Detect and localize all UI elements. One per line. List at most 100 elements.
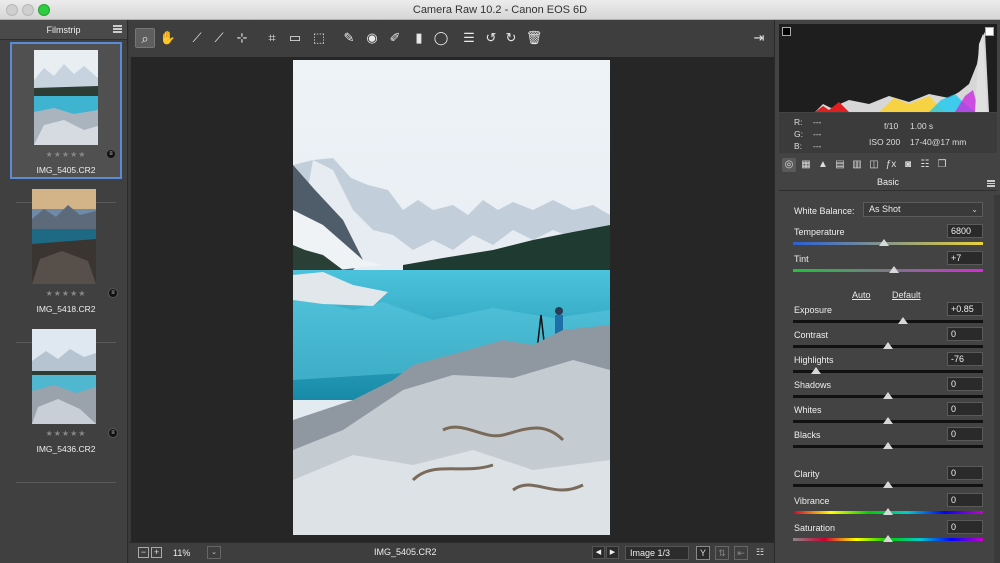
- hand-tool-icon[interactable]: ✋: [158, 28, 178, 48]
- saturation-label: Saturation: [794, 523, 836, 533]
- tab-basic-icon[interactable]: ◎: [782, 158, 796, 172]
- rating-stars[interactable]: ★★★★★: [12, 150, 120, 159]
- zoom-dropdown-chevron-icon[interactable]: ⌄: [207, 546, 221, 559]
- highlights-slider-thumb[interactable]: [810, 367, 821, 374]
- whites-slider-thumb[interactable]: [883, 417, 893, 424]
- graduated-filter-icon[interactable]: ▮: [409, 28, 429, 48]
- preferences-icon[interactable]: ☰: [459, 28, 479, 48]
- rating-stars[interactable]: ★★★★★: [10, 289, 122, 298]
- contrast-value-field[interactable]: 0: [947, 327, 983, 341]
- swap-settings-icon[interactable]: ⇅: [715, 546, 729, 560]
- whites-value-field[interactable]: 0: [947, 402, 983, 416]
- info-readout: R: --- G: --- B: --- f/10 1.00 s ISO 200…: [779, 113, 997, 153]
- edited-badge-icon: ≡: [106, 149, 116, 159]
- panel-tabs: ◎ ▦ ▲ ▤ ▥ ◫ ƒx ◙ ☷ ❐: [779, 156, 997, 174]
- shadows-slider-thumb[interactable]: [883, 392, 893, 399]
- crop-tool-icon[interactable]: ⌗: [262, 28, 282, 48]
- auto-button[interactable]: Auto: [852, 290, 871, 300]
- clarity-value-field[interactable]: 0: [947, 466, 983, 480]
- saturation-value-field[interactable]: 0: [947, 520, 983, 534]
- edited-badge-icon: ≡: [108, 288, 118, 298]
- temperature-label: Temperature: [794, 227, 845, 237]
- thumbnail-lake-snow: [34, 50, 98, 145]
- default-button[interactable]: Default: [892, 290, 921, 300]
- vibrance-slider-thumb[interactable]: [883, 508, 893, 515]
- zoom-tool-icon[interactable]: ⌕: [135, 28, 155, 48]
- panel-scrollbar[interactable]: [994, 195, 1000, 563]
- settings-toggle-icon[interactable]: ☷: [753, 546, 767, 560]
- contrast-slider-thumb[interactable]: [883, 342, 893, 349]
- tab-split-toning-icon[interactable]: ▥: [850, 158, 864, 172]
- thumbnail-filename: IMG_5405.CR2: [36, 165, 96, 175]
- filmstrip-item[interactable]: ★★★★★ ≡ IMG_5418.CR2: [10, 183, 122, 320]
- shadows-value-field[interactable]: 0: [947, 377, 983, 391]
- vibrance-value-field[interactable]: 0: [947, 493, 983, 507]
- filmstrip-menu-icon[interactable]: [113, 25, 122, 33]
- red-eye-tool-icon[interactable]: ◉: [362, 28, 382, 48]
- readout-r-label: R:: [794, 117, 803, 127]
- rating-stars[interactable]: ★★★★★: [10, 429, 122, 438]
- zoom-out-button[interactable]: −: [138, 547, 149, 558]
- transform-tool-icon[interactable]: ⬚: [309, 28, 329, 48]
- highlights-slider-track[interactable]: [793, 370, 983, 373]
- tab-presets-icon[interactable]: ☷: [918, 158, 932, 172]
- straighten-tool-icon[interactable]: ▭: [285, 28, 305, 48]
- tab-effects-icon[interactable]: ƒx: [884, 158, 898, 172]
- exposure-slider-track[interactable]: [793, 320, 983, 323]
- main-photo-preview[interactable]: [293, 60, 610, 535]
- previous-image-button[interactable]: ◀: [592, 546, 605, 559]
- thumbnail-filename: IMG_5418.CR2: [36, 304, 96, 314]
- minimize-window-button[interactable]: [22, 4, 34, 16]
- shadow-clipping-icon[interactable]: [782, 27, 791, 36]
- blacks-value-field[interactable]: 0: [947, 427, 983, 441]
- filmstrip-item[interactable]: ★★★★★ ≡ IMG_5405.CR2: [10, 42, 122, 179]
- tint-value-field[interactable]: +7: [947, 251, 983, 265]
- trash-icon[interactable]: 🗑: [524, 28, 544, 48]
- adjustments-panel: R: --- G: --- B: --- f/10 1.00 s ISO 200…: [774, 20, 1000, 563]
- blacks-slider-thumb[interactable]: [883, 442, 893, 449]
- readout-b-label: B:: [794, 141, 803, 151]
- white-balance-tool-icon[interactable]: ⟋: [187, 28, 207, 48]
- zoom-window-button[interactable]: [38, 4, 50, 16]
- highlights-value-field[interactable]: -76: [947, 352, 983, 366]
- tab-hsl-icon[interactable]: ▤: [833, 158, 847, 172]
- copy-settings-icon[interactable]: ⇤: [734, 546, 748, 560]
- adjustment-brush-icon[interactable]: ✐: [385, 28, 405, 48]
- saturation-slider-thumb[interactable]: [883, 535, 893, 542]
- next-image-button[interactable]: ▶: [606, 546, 619, 559]
- exposure-value-field[interactable]: +0.85: [947, 302, 983, 316]
- rotate-cw-icon[interactable]: ↻: [501, 28, 521, 48]
- tab-snapshots-icon[interactable]: ❐: [935, 158, 949, 172]
- temperature-slider-thumb[interactable]: [879, 239, 890, 246]
- tab-camera-calibration-icon[interactable]: ◙: [901, 158, 915, 172]
- thumbnail-lake-dusk: [32, 189, 96, 284]
- tab-lens-icon[interactable]: ◫: [867, 158, 881, 172]
- targeted-adjustment-tool-icon[interactable]: ⊹: [232, 28, 252, 48]
- temperature-value-field[interactable]: 6800: [947, 224, 983, 238]
- panel-title: Basic: [779, 177, 997, 191]
- spot-removal-tool-icon[interactable]: ✎: [339, 28, 359, 48]
- radial-filter-icon[interactable]: ◯: [431, 28, 451, 48]
- highlight-clipping-icon[interactable]: [985, 27, 994, 36]
- zoom-in-button[interactable]: +: [151, 547, 162, 558]
- rotate-ccw-icon[interactable]: ↺: [481, 28, 501, 48]
- close-window-button[interactable]: [6, 4, 18, 16]
- tab-tone-curve-icon[interactable]: ▦: [799, 158, 813, 172]
- filmstrip-item[interactable]: ★★★★★ ≡ IMG_5436.CR2: [10, 323, 122, 460]
- panel-menu-icon[interactable]: [987, 180, 995, 187]
- fullscreen-icon[interactable]: ⇥: [749, 28, 769, 48]
- exposure-slider-thumb[interactable]: [898, 317, 909, 324]
- color-sampler-tool-icon[interactable]: ⟋: [209, 28, 229, 48]
- white-balance-dropdown[interactable]: As Shot ⌄: [863, 202, 983, 217]
- window-titlebar: Camera Raw 10.2 - Canon EOS 6D: [0, 0, 1000, 20]
- image-counter: Image 1/3: [625, 546, 689, 560]
- clarity-slider-thumb[interactable]: [883, 481, 893, 488]
- blacks-label: Blacks: [794, 430, 821, 440]
- tint-slider-thumb[interactable]: [888, 266, 899, 273]
- edited-badge-icon: ≡: [108, 428, 118, 438]
- white-balance-label: White Balance:: [794, 206, 855, 216]
- histogram: [779, 24, 997, 112]
- thumbnail-image: [32, 189, 96, 284]
- tab-detail-icon[interactable]: ▲: [816, 158, 830, 172]
- before-after-y-icon[interactable]: Y: [696, 546, 710, 560]
